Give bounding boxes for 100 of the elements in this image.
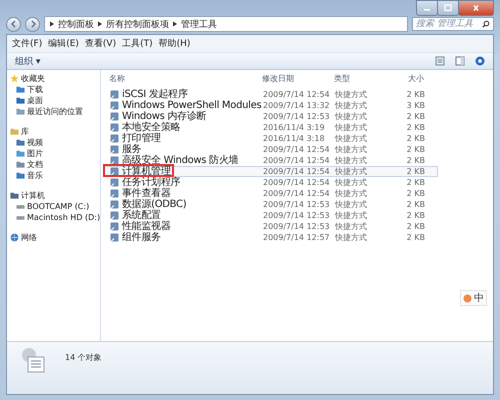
breadcrumb-arrow-icon[interactable] bbox=[172, 21, 178, 27]
sidebar-item[interactable]: BOOTCAMP (C:) bbox=[10, 201, 100, 212]
close-icon bbox=[471, 4, 481, 12]
size-cell-text: 3 KB bbox=[406, 101, 425, 110]
minimize-button[interactable] bbox=[416, 0, 438, 16]
shortcut-icon bbox=[110, 200, 119, 209]
status-text: 14 个对象 bbox=[65, 352, 102, 363]
size-cell-text: 2 KB bbox=[406, 189, 425, 198]
size-cell-text: 2 KB bbox=[406, 200, 425, 209]
type-cell-text: 快捷方式 bbox=[335, 89, 368, 100]
file-name: 打印管理 bbox=[122, 133, 161, 144]
file-name: 服务 bbox=[122, 144, 142, 155]
back-button[interactable] bbox=[6, 16, 21, 32]
shortcut-icon bbox=[110, 222, 119, 231]
folder-icon bbox=[10, 191, 19, 200]
file-row[interactable]: 打印管理 2016/11/4 3:18 快捷方式 2 KB bbox=[104, 133, 438, 144]
type-cell-text: 快捷方式 bbox=[335, 166, 368, 177]
file-row[interactable]: iSCSI 发起程序 2009/7/14 12:54 快捷方式 2 KB bbox=[104, 89, 438, 100]
size-cell-text: 2 KB bbox=[406, 90, 425, 99]
type-cell-text: 快捷方式 bbox=[335, 177, 368, 188]
preview-pane-icon[interactable] bbox=[455, 56, 465, 66]
file-name: 组件服务 bbox=[122, 232, 161, 243]
address-field[interactable]: 控制面板 所有控制面板项 管理工具 bbox=[44, 16, 408, 32]
column-header[interactable]: 大小 bbox=[384, 72, 424, 84]
file-row[interactable]: 本地安全策略 2016/11/4 3:19 快捷方式 2 KB bbox=[104, 122, 438, 133]
file-row[interactable]: 性能监视器 2009/7/14 12:53 快捷方式 2 KB bbox=[104, 221, 438, 232]
file-row[interactable]: Windows PowerShell Modules 2009/7/14 13:32 快捷方式 3 KB bbox=[104, 100, 438, 111]
sidebar-item[interactable]: 库 bbox=[10, 126, 100, 137]
sidebar-item[interactable]: 文档 bbox=[10, 159, 100, 170]
shortcut-icon bbox=[110, 101, 119, 110]
date-cell-text: 2009/7/14 12:54 bbox=[263, 156, 331, 165]
file-row[interactable]: 计算机管理 2009/7/14 12:54 快捷方式 2 KB bbox=[104, 166, 438, 177]
date-cell-text: 2009/7/14 12:54 bbox=[263, 178, 331, 187]
shortcut-icon bbox=[110, 112, 119, 121]
date-cell-text: 2009/7/14 12:53 bbox=[263, 112, 331, 121]
maximize-icon bbox=[443, 4, 453, 12]
globe-icon bbox=[10, 233, 19, 242]
menu-item[interactable]: 文件(F) bbox=[12, 37, 42, 50]
date-cell-text: 2009/7/14 12:53 bbox=[263, 222, 331, 231]
shortcut-icon bbox=[110, 189, 119, 198]
shortcut-icon bbox=[110, 167, 119, 176]
date-cell-text: 2009/7/14 12:54 bbox=[263, 167, 331, 176]
sidebar-item[interactable]: 视频 bbox=[10, 137, 100, 148]
file-name: 任务计划程序 bbox=[122, 177, 180, 188]
size-cell-text: 2 KB bbox=[406, 211, 425, 220]
size-cell-text: 2 KB bbox=[406, 233, 425, 242]
size-cell-text: 2 KB bbox=[406, 145, 425, 154]
file-row[interactable]: 服务 2009/7/14 12:54 快捷方式 2 KB bbox=[104, 144, 438, 155]
breadcrumb-arrow-icon[interactable] bbox=[49, 21, 55, 27]
column-header[interactable]: 类型 bbox=[334, 72, 384, 84]
sidebar-item[interactable]: 最近访问的位置 bbox=[10, 106, 100, 117]
search-icon[interactable] bbox=[482, 20, 490, 28]
file-name: Windows 内存诊断 bbox=[122, 111, 206, 122]
date-cell-text: 2009/7/14 12:53 bbox=[263, 200, 331, 209]
shortcut-icon bbox=[110, 134, 119, 143]
sidebar-item[interactable]: Macintosh HD (D:) bbox=[10, 212, 100, 223]
size-cell-text: 2 KB bbox=[406, 156, 425, 165]
breadcrumb-arrow-icon[interactable] bbox=[97, 21, 103, 27]
file-row[interactable]: Windows 内存诊断 2009/7/14 12:53 快捷方式 2 KB bbox=[104, 111, 438, 122]
menu-item[interactable]: 帮助(H) bbox=[158, 37, 190, 50]
sidebar-item[interactable]: 图片 bbox=[10, 148, 100, 159]
menu-item[interactable]: 工具(T) bbox=[122, 37, 153, 50]
sidebar-item[interactable]: 桌面 bbox=[10, 95, 100, 106]
file-name: 计算机管理 bbox=[122, 166, 171, 177]
column-header[interactable]: 修改日期 bbox=[262, 72, 334, 84]
type-cell-text: 快捷方式 bbox=[335, 111, 368, 122]
file-row[interactable]: 数据源(ODBC) 2009/7/14 12:53 快捷方式 2 KB bbox=[104, 199, 438, 210]
file-name: 本地安全策略 bbox=[122, 122, 180, 133]
type-cell-text: 快捷方式 bbox=[335, 133, 368, 144]
shortcut-icon bbox=[110, 211, 119, 220]
file-row[interactable]: 系统配置 2009/7/14 12:53 快捷方式 2 KB bbox=[104, 210, 438, 221]
sidebar-item[interactable]: 下载 bbox=[10, 84, 100, 95]
sidebar-item[interactable]: 网络 bbox=[10, 232, 100, 243]
maximize-button[interactable] bbox=[437, 0, 459, 16]
column-header[interactable]: 名称 bbox=[104, 72, 262, 84]
sidebar-item[interactable]: 计算机 bbox=[10, 190, 100, 201]
close-button[interactable] bbox=[458, 0, 494, 16]
size-cell-text: 2 KB bbox=[406, 112, 425, 121]
date-cell-text: 2016/11/4 3:19 bbox=[263, 123, 326, 132]
file-row[interactable]: 事件查看器 2009/7/14 12:54 快捷方式 2 KB bbox=[104, 188, 438, 199]
shortcut-icon bbox=[110, 90, 119, 99]
file-row[interactable]: 高级安全 Windows 防火墙 2009/7/14 12:54 快捷方式 2 KB bbox=[104, 155, 438, 166]
date-cell-text: 2009/7/14 12:54 bbox=[263, 90, 331, 99]
file-name: 系统配置 bbox=[122, 210, 161, 221]
file-row[interactable]: 任务计划程序 2009/7/14 12:54 快捷方式 2 KB bbox=[104, 177, 438, 188]
file-name: iSCSI 发起程序 bbox=[122, 89, 188, 100]
ime-indicator[interactable]: 中 bbox=[460, 290, 487, 306]
size-cell-text: 2 KB bbox=[406, 222, 425, 231]
view-icon[interactable] bbox=[435, 56, 445, 66]
tools-folder-icon bbox=[19, 346, 47, 374]
type-cell-text: 快捷方式 bbox=[335, 155, 368, 166]
size-cell-text: 2 KB bbox=[406, 123, 425, 132]
organize-button[interactable]: 组织 ▾ bbox=[15, 54, 40, 68]
sidebar-item[interactable]: 收藏夹 bbox=[10, 73, 100, 84]
file-row[interactable]: 组件服务 2009/7/14 12:57 快捷方式 2 KB bbox=[104, 232, 438, 243]
menu-item[interactable]: 查看(V) bbox=[84, 37, 116, 50]
forward-button[interactable] bbox=[25, 16, 40, 32]
date-cell-text: 2009/7/14 12:54 bbox=[263, 145, 331, 154]
menu-item[interactable]: 编辑(E) bbox=[48, 37, 79, 50]
sidebar-item[interactable]: 音乐 bbox=[10, 170, 100, 181]
